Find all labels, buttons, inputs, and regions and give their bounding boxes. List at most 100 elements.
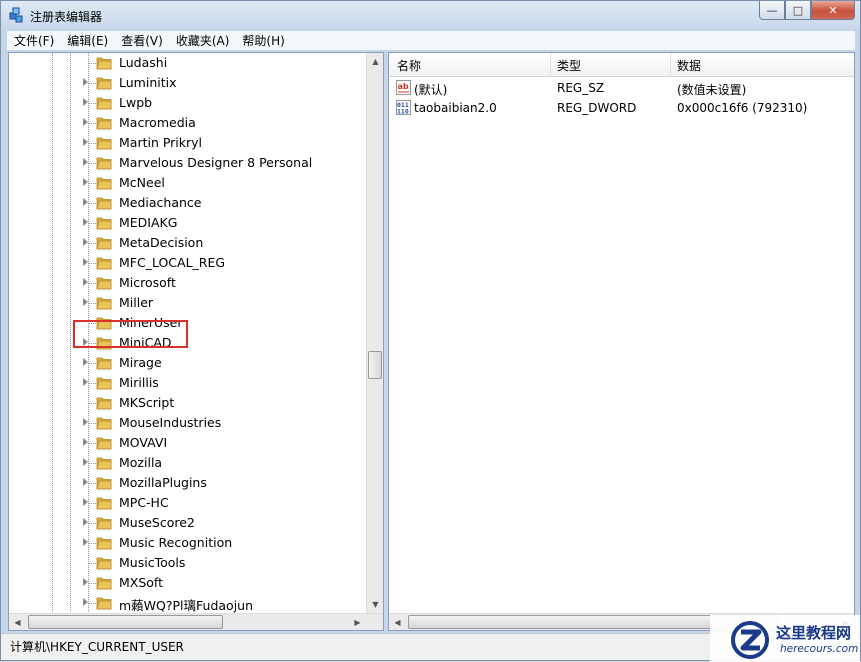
tree-node[interactable]: Luminitix <box>9 73 365 93</box>
expand-arrow-icon[interactable] <box>83 498 88 506</box>
tree-node[interactable]: MPC-HC <box>9 493 365 513</box>
close-button[interactable]: ✕ <box>811 1 855 20</box>
expand-arrow-icon[interactable] <box>83 98 88 106</box>
tree-node[interactable]: m藾WQ?Pl璃Fudaojun <box>9 593 365 613</box>
expand-arrow-icon[interactable] <box>83 238 88 246</box>
folder-icon <box>96 577 112 590</box>
scroll-left-arrow-icon[interactable]: ◀ <box>389 614 406 631</box>
expand-arrow-icon[interactable] <box>83 118 88 126</box>
column-header-name[interactable]: 名称 <box>397 57 421 74</box>
folder-icon <box>96 497 112 510</box>
expand-arrow-icon[interactable] <box>83 198 88 206</box>
tree-node[interactable]: Mirage <box>9 353 365 373</box>
value-name: taobaibian2.0 <box>414 101 497 115</box>
tree-node[interactable]: Lwpb <box>9 93 365 113</box>
expand-arrow-icon[interactable] <box>83 258 88 266</box>
tree-node[interactable]: MozillaPlugins <box>9 473 365 493</box>
expand-arrow-icon[interactable] <box>83 438 88 446</box>
expand-arrow-icon[interactable] <box>83 278 88 286</box>
menu-edit[interactable]: 编辑(E) <box>60 32 114 49</box>
folder-icon <box>96 117 112 130</box>
column-header-data[interactable]: 数据 <box>677 57 701 74</box>
column-divider[interactable] <box>550 53 551 77</box>
tree-node[interactable]: Mozilla <box>9 453 365 473</box>
title-bar[interactable]: 注册表编辑器 — □ ✕ <box>1 1 860 31</box>
tree-node[interactable]: Microsoft <box>9 273 365 293</box>
menu-bar: 文件(F) 编辑(E) 查看(V) 收藏夹(A) 帮助(H) <box>7 31 855 50</box>
tree-node[interactable]: MouseIndustries <box>9 413 365 433</box>
folder-icon <box>96 217 112 230</box>
tree-node[interactable]: Martin Prikryl <box>9 133 365 153</box>
expand-arrow-icon[interactable] <box>83 458 88 466</box>
value-row[interactable]: 011 110 taobaibian2.0 REG_DWORD 0x000c16… <box>389 98 854 118</box>
tree-node[interactable]: Mirillis <box>9 373 365 393</box>
tree-node[interactable]: MetaDecision <box>9 233 365 253</box>
menu-help[interactable]: 帮助(H) <box>235 32 290 49</box>
tree-vertical-scrollbar[interactable]: ▲ ▼ <box>366 53 383 613</box>
tree-node-label: MouseIndustries <box>119 415 222 430</box>
maximize-button[interactable]: □ <box>785 1 811 20</box>
highlight-annotation-box <box>73 320 188 348</box>
value-data: 0x000c16f6 (792310) <box>677 101 808 115</box>
expand-arrow-icon[interactable] <box>83 218 88 226</box>
expand-arrow-icon[interactable] <box>83 538 88 546</box>
value-type: REG_DWORD <box>557 101 637 115</box>
folder-icon <box>96 177 112 190</box>
tree-node[interactable]: Mediachance <box>9 193 365 213</box>
values-header: 名称 类型 数据 <box>389 53 854 77</box>
expand-arrow-icon[interactable] <box>83 418 88 426</box>
folder-icon <box>96 517 112 530</box>
expand-arrow-icon[interactable] <box>83 178 88 186</box>
tree-node[interactable]: MKScript <box>9 393 365 413</box>
scroll-thumb[interactable] <box>28 615 223 629</box>
tree-node[interactable]: MEDIAKG <box>9 213 365 233</box>
menu-view[interactable]: 查看(V) <box>114 32 169 49</box>
minimize-button[interactable]: — <box>759 1 785 20</box>
tree-node[interactable]: Marvelous Designer 8 Personal <box>9 153 365 173</box>
menu-favorites[interactable]: 收藏夹(A) <box>169 32 236 49</box>
tree-node[interactable]: MuseScore2 <box>9 513 365 533</box>
expand-arrow-icon[interactable] <box>83 578 88 586</box>
value-row[interactable]: ab (默认) REG_SZ (数值未设置) <box>389 78 854 98</box>
expand-arrow-icon[interactable] <box>83 378 88 386</box>
tree-node[interactable]: MFC_LOCAL_REG <box>9 253 365 273</box>
menu-file[interactable]: 文件(F) <box>7 32 60 49</box>
expand-arrow-icon[interactable] <box>83 298 88 306</box>
tree-node[interactable]: Macromedia <box>9 113 365 133</box>
expand-arrow-icon[interactable] <box>83 158 88 166</box>
site-watermark-logo: 这里教程网 herecours.com <box>710 615 860 662</box>
binary-value-icon: 011 110 <box>396 100 411 115</box>
scroll-thumb[interactable] <box>368 351 382 379</box>
tree-node-label: MuseScore2 <box>119 515 195 530</box>
tree-node-label: MPC-HC <box>119 495 169 510</box>
column-header-type[interactable]: 类型 <box>557 57 581 74</box>
scroll-down-arrow-icon[interactable]: ▼ <box>367 596 384 613</box>
tree-node[interactable]: Ludashi <box>9 53 365 73</box>
string-value-icon: ab <box>396 80 411 95</box>
expand-arrow-icon[interactable] <box>83 358 88 366</box>
registry-editor-window: 注册表编辑器 — □ ✕ 文件(F) 编辑(E) 查看(V) 收藏夹(A) 帮助… <box>0 0 861 662</box>
tree-node[interactable]: McNeel <box>9 173 365 193</box>
value-name: (默认) <box>414 83 448 97</box>
expand-arrow-icon[interactable] <box>83 78 88 86</box>
folder-icon <box>96 77 112 90</box>
tree-node-label: MXSoft <box>119 575 164 590</box>
tree-horizontal-scrollbar[interactable]: ◀ ▶ <box>9 613 383 630</box>
scroll-right-arrow-icon[interactable]: ▶ <box>349 614 366 631</box>
tree-node[interactable]: MusicTools <box>9 553 365 573</box>
tree-node[interactable]: MOVAVI <box>9 433 365 453</box>
expand-arrow-icon[interactable] <box>83 518 88 526</box>
folder-icon <box>96 197 112 210</box>
expand-arrow-icon[interactable] <box>83 478 88 486</box>
scroll-left-arrow-icon[interactable]: ◀ <box>9 614 26 631</box>
tree-node[interactable]: Miller <box>9 293 365 313</box>
tree-node[interactable]: MXSoft <box>9 573 365 593</box>
folder-icon <box>96 357 112 370</box>
folder-icon <box>96 477 112 490</box>
expand-arrow-icon[interactable] <box>83 138 88 146</box>
folder-icon <box>96 57 112 70</box>
column-divider[interactable] <box>670 53 671 77</box>
expand-arrow-icon[interactable] <box>83 598 88 606</box>
scroll-up-arrow-icon[interactable]: ▲ <box>367 53 384 70</box>
tree-node[interactable]: Music Recognition <box>9 533 365 553</box>
